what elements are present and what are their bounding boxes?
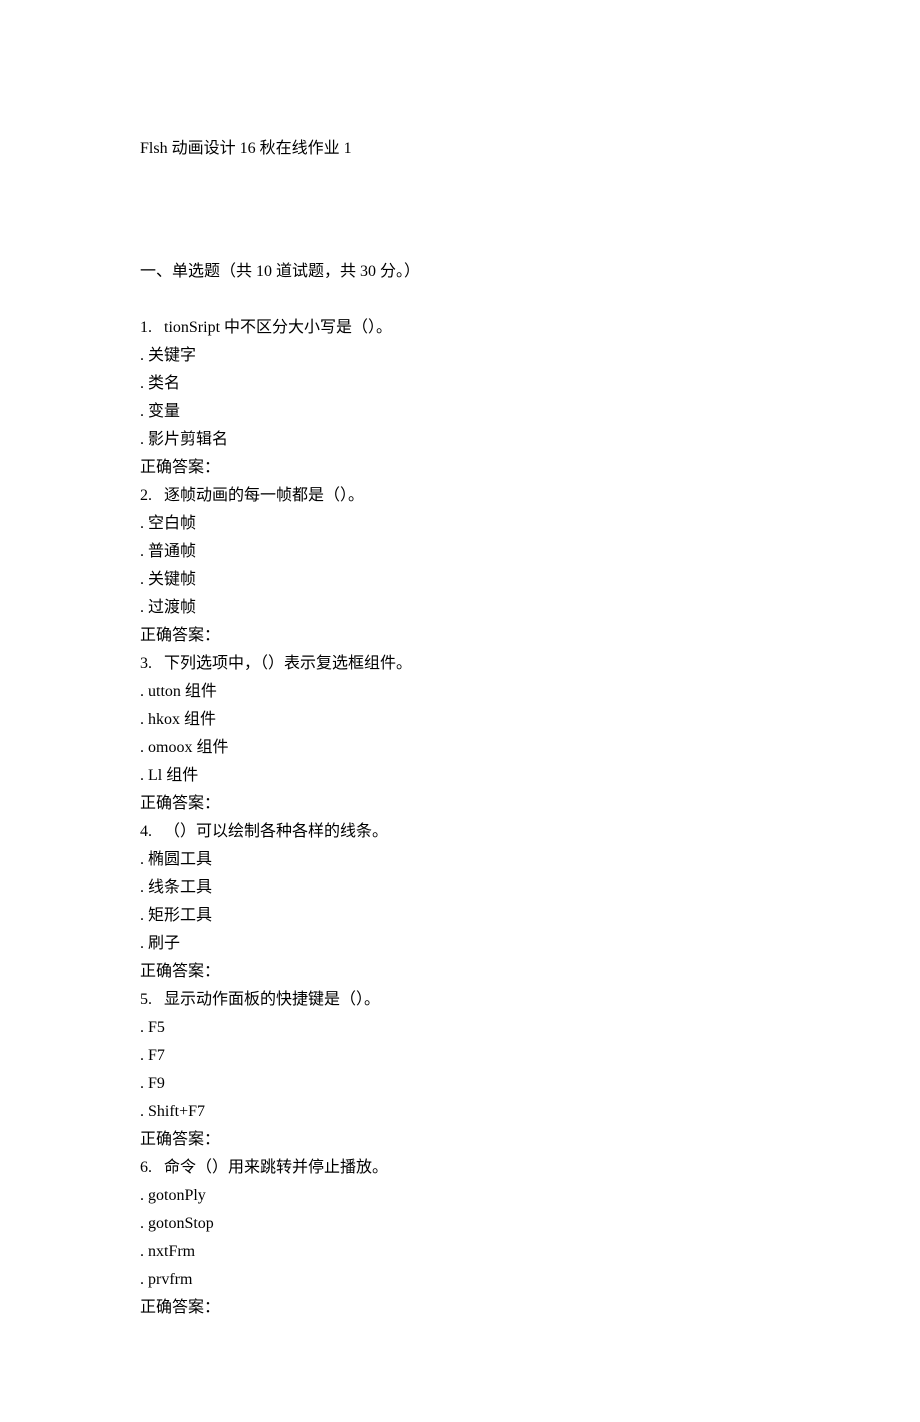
question-text: 6. 命令（）用来跳转并停止播放。	[140, 1154, 780, 1182]
option-line: . F5	[140, 1014, 780, 1042]
option-line: . omoox 组件	[140, 734, 780, 762]
answer-label: 正确答案：	[140, 622, 780, 650]
section-header: 一、单选题（共 10 道试题，共 30 分。）	[140, 258, 780, 286]
option-line: . 空白帧	[140, 510, 780, 538]
option-line: . prvfrm	[140, 1266, 780, 1294]
question-block: 1. tionSript 中不区分大小写是（）。. 关键字. 类名. 变量. 影…	[140, 314, 780, 482]
option-line: . utton 组件	[140, 678, 780, 706]
option-line: . hkox 组件	[140, 706, 780, 734]
answer-label: 正确答案：	[140, 958, 780, 986]
option-line: . 椭圆工具	[140, 846, 780, 874]
option-line: . 过渡帧	[140, 594, 780, 622]
answer-label: 正确答案：	[140, 454, 780, 482]
option-line: . Ll 组件	[140, 762, 780, 790]
answer-label: 正确答案：	[140, 790, 780, 818]
question-text: 2. 逐帧动画的每一帧都是（）。	[140, 482, 780, 510]
question-text: 4. （）可以绘制各种各样的线条。	[140, 818, 780, 846]
option-line: . 关键字	[140, 342, 780, 370]
question-block: 3. 下列选项中，（）表示复选框组件。. utton 组件. hkox 组件. …	[140, 650, 780, 818]
question-text: 5. 显示动作面板的快捷键是（）。	[140, 986, 780, 1014]
page-title: Flsh 动画设计 16 秋在线作业 1	[140, 135, 780, 163]
option-line: . 普通帧	[140, 538, 780, 566]
question-block: 5. 显示动作面板的快捷键是（）。. F5. F7. F9. Shift+F7正…	[140, 986, 780, 1154]
questions-container: 1. tionSript 中不区分大小写是（）。. 关键字. 类名. 变量. 影…	[140, 314, 780, 1322]
option-line: . 关键帧	[140, 566, 780, 594]
option-line: . 刷子	[140, 930, 780, 958]
option-line: . Shift+F7	[140, 1098, 780, 1126]
option-line: . gotonPly	[140, 1182, 780, 1210]
option-line: . 矩形工具	[140, 902, 780, 930]
option-line: . F7	[140, 1042, 780, 1070]
option-line: . gotonStop	[140, 1210, 780, 1238]
answer-label: 正确答案：	[140, 1126, 780, 1154]
question-text: 1. tionSript 中不区分大小写是（）。	[140, 314, 780, 342]
option-line: . 类名	[140, 370, 780, 398]
option-line: . 影片剪辑名	[140, 426, 780, 454]
question-block: 2. 逐帧动画的每一帧都是（）。. 空白帧. 普通帧. 关键帧. 过渡帧正确答案…	[140, 482, 780, 650]
option-line: . 变量	[140, 398, 780, 426]
question-text: 3. 下列选项中，（）表示复选框组件。	[140, 650, 780, 678]
document-page: Flsh 动画设计 16 秋在线作业 1 一、单选题（共 10 道试题，共 30…	[0, 0, 920, 1422]
question-block: 6. 命令（）用来跳转并停止播放。. gotonPly. gotonStop. …	[140, 1154, 780, 1322]
option-line: . 线条工具	[140, 874, 780, 902]
question-block: 4. （）可以绘制各种各样的线条。. 椭圆工具. 线条工具. 矩形工具. 刷子正…	[140, 818, 780, 986]
answer-label: 正确答案：	[140, 1294, 780, 1322]
option-line: . nxtFrm	[140, 1238, 780, 1266]
option-line: . F9	[140, 1070, 780, 1098]
